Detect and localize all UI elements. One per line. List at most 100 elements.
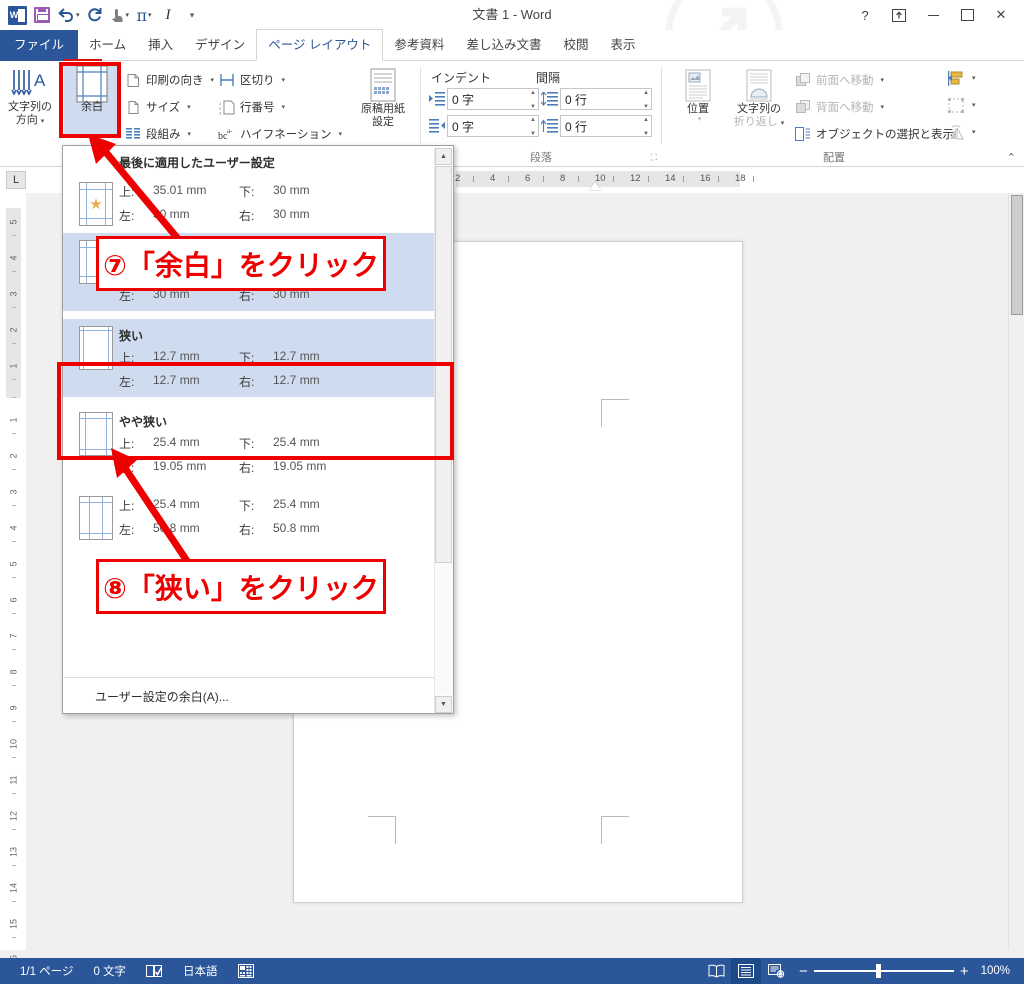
line-numbers-button[interactable]: 123 行番号 ▾ (218, 94, 285, 120)
orientation-caret-icon[interactable]: ▾ (211, 76, 215, 84)
ruler-tick-10: 10 (595, 173, 606, 184)
manuscript-settings-button[interactable]: 原稿用紙 設定 (352, 65, 414, 128)
vruler-dash (12, 235, 16, 236)
indent-right-spinner[interactable]: ▲ ▼ (530, 117, 536, 137)
tab-design[interactable]: デザイン (184, 30, 256, 61)
selection-pane-button[interactable]: オブジェクトの選択と表示 (794, 121, 954, 147)
print-layout-icon[interactable] (731, 958, 762, 984)
save-icon[interactable] (31, 2, 53, 28)
wrap-text-button[interactable]: 文字列の 折り返し ▾ (728, 65, 790, 128)
breaks-caret-icon[interactable]: ▾ (282, 76, 286, 84)
zoom-in-button[interactable]: + (960, 963, 969, 980)
collapse-ribbon-icon[interactable]: ⌃ (1007, 151, 1016, 164)
hyphenation-caret-icon[interactable]: ▾ (339, 130, 343, 138)
size-caret-icon[interactable]: ▾ (187, 103, 191, 111)
align-button[interactable]: ▾ (947, 65, 976, 91)
zoom-track[interactable] (813, 964, 954, 978)
bring-forward-button[interactable]: 前面へ移動 ▾ (794, 67, 884, 93)
bring-forward-caret-icon[interactable]: ▾ (881, 76, 885, 84)
tab-insert[interactable]: 挿入 (137, 30, 184, 61)
vruler-tick-14: 14 (8, 883, 19, 894)
undo-icon[interactable]: ▾ (55, 2, 82, 28)
tab-home[interactable]: ホーム (78, 30, 137, 61)
equation-caret-icon[interactable]: ▾ (148, 11, 152, 19)
ruler-tick-8: 8 (560, 173, 566, 184)
spacing-after-input[interactable]: 0 行 ▲ ▼ (560, 115, 652, 137)
undo-caret-icon[interactable]: ▾ (76, 11, 80, 19)
tab-references[interactable]: 参考資料 (383, 30, 455, 61)
send-backward-caret-icon[interactable]: ▾ (881, 103, 885, 111)
touch-mode-caret-icon[interactable]: ▾ (126, 11, 130, 19)
position-button[interactable]: 位置 ▾ (670, 65, 726, 124)
zoom-level[interactable]: 100% (977, 965, 1016, 977)
help-icon[interactable]: ? (848, 1, 882, 29)
rotate-caret-icon[interactable]: ▾ (972, 128, 976, 136)
margin-corner-bottom-left (368, 816, 403, 851)
tab-stop-selector[interactable]: L (6, 171, 26, 189)
breaks-button[interactable]: 区切り ▾ (218, 67, 285, 93)
group-objects-icon (947, 96, 965, 114)
custom-margins-menu-item[interactable]: ユーザー設定の余白(A)... (63, 678, 453, 714)
hyphenation-button[interactable]: bc a- ハイフネーション ▾ (218, 121, 342, 147)
wrap-text-label-1: 文字列の (737, 103, 781, 115)
proofing-status-icon[interactable] (136, 958, 173, 984)
tab-view[interactable]: 表示 (599, 30, 646, 61)
send-backward-button[interactable]: 背面へ移動 ▾ (794, 94, 884, 120)
touch-mode-icon[interactable]: ▾ (108, 2, 132, 28)
tab-file[interactable]: ファイル (0, 30, 79, 61)
line-numbers-caret-icon[interactable]: ▾ (282, 103, 286, 111)
maximize-icon[interactable] (950, 1, 984, 29)
text-direction-button[interactable]: A 文字列の 方向 ▾ (2, 63, 58, 126)
size-button[interactable]: サイズ ▾ (124, 94, 191, 120)
equation-icon[interactable]: π ▾ (133, 2, 155, 28)
indent-right-input[interactable]: 0 字 ▲ ▼ (447, 115, 539, 137)
spacing-before-input[interactable]: 0 行 ▲ ▼ (560, 88, 652, 110)
status-left: 1/1 ページ 0 文字 日本語 (0, 958, 264, 984)
text-direction-caret-icon[interactable]: ▾ (41, 118, 45, 125)
vertical-scrollbar-thumb[interactable] (1011, 195, 1023, 315)
minimize-icon[interactable] (916, 1, 950, 29)
tab-page-layout[interactable]: ページ レイアウト (256, 29, 384, 61)
paragraph-dialog-launcher-icon[interactable]: ⛶ (651, 152, 657, 163)
spacing-before-spinner[interactable]: ▲ ▼ (643, 90, 649, 110)
language-status[interactable]: 日本語 (173, 958, 228, 984)
ribbon-display-options-icon[interactable] (882, 1, 916, 29)
zoom-thumb[interactable] (875, 964, 881, 978)
zoom-slider[interactable]: − + (791, 963, 977, 980)
read-mode-icon[interactable] (701, 958, 731, 984)
bottom-label: 下: (239, 185, 255, 199)
zoom-out-button[interactable]: − (799, 963, 808, 980)
tab-review[interactable]: 校閲 (552, 30, 599, 61)
indent-left-spinner[interactable]: ▲ ▼ (530, 90, 536, 110)
web-layout-icon[interactable] (761, 958, 791, 984)
vruler-tick-8: 8 (8, 669, 19, 675)
orientation-button[interactable]: 印刷の向き ▾ (124, 67, 214, 93)
vruler-tick-13: 13 (8, 847, 19, 858)
vruler-dash (12, 397, 16, 398)
align-caret-icon[interactable]: ▾ (972, 74, 976, 82)
customize-qat-icon[interactable]: ▾ (181, 2, 203, 28)
menu-scroll-up-icon[interactable]: ▲ (435, 148, 452, 165)
position-caret-icon[interactable]: ▾ (698, 116, 702, 124)
italic-icon[interactable]: I (157, 2, 179, 28)
tab-mailings[interactable]: 差し込み文書 (455, 30, 552, 61)
vertical-scrollbar[interactable] (1008, 193, 1024, 950)
menu-scrollbar-track[interactable] (435, 563, 452, 695)
spacing-after-spinner[interactable]: ▲ ▼ (643, 117, 649, 137)
vertical-ruler[interactable]: 543211234567891011121314151617 (0, 193, 26, 974)
ruler-tick-6: 6 (525, 173, 531, 184)
redo-icon[interactable] (84, 2, 106, 28)
close-icon[interactable]: ✕ (984, 1, 1018, 29)
macro-record-icon[interactable] (228, 958, 264, 984)
group-label-arrange: 配置 (823, 152, 845, 164)
rotate-button[interactable]: ▾ (947, 119, 976, 145)
page-info[interactable]: 1/1 ページ (10, 958, 83, 984)
vruler-dash (12, 541, 16, 542)
word-count[interactable]: 0 文字 (83, 958, 136, 984)
menu-scroll-down-icon[interactable]: ▼ (435, 696, 452, 713)
ribbon-group-arrange: 位置 ▾ 文字列の 折り返し ▾ 前面へ移動 ▾ 背面へ移動 ▾ オブジェクトの… (662, 61, 1006, 166)
group-objects-button[interactable]: ▾ (947, 92, 976, 118)
group-objects-caret-icon[interactable]: ▾ (972, 101, 976, 109)
indent-left-value: 0 字 (452, 92, 475, 107)
indent-left-input[interactable]: 0 字 ▲ ▼ (447, 88, 539, 110)
